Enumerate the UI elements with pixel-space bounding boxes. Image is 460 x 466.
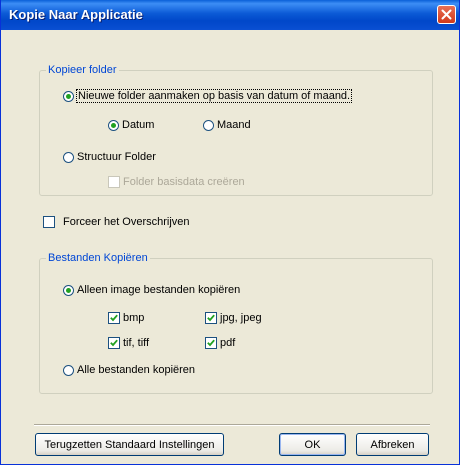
checkbox-jpg-box[interactable] [205, 312, 217, 324]
window-title: Kopie Naar Applicatie [9, 7, 143, 22]
copy-folder-legend: Kopieer folder [48, 64, 117, 76]
button-separator [34, 424, 430, 426]
checkbox-overwrite[interactable]: Forceer het Overschrijven [43, 216, 190, 228]
title-bar[interactable]: Kopie Naar Applicatie [1, 0, 459, 30]
radio-all-files-label: Alle bestanden kopiëren [77, 364, 196, 376]
checkbox-pdf-label: pdf [220, 337, 236, 349]
checkbox-pdf[interactable]: pdf [205, 337, 235, 349]
checkbox-overwrite-label: Forceer het Overschrijven [63, 216, 190, 228]
radio-image-only-indicator[interactable] [63, 284, 74, 296]
radio-image-only[interactable]: Alleen image bestanden kopiëren [63, 284, 240, 296]
checkbox-jpg[interactable]: jpg, jpeg [205, 312, 262, 324]
copy-files-legend: Bestanden Kopiëren [48, 252, 148, 264]
checkbox-tif[interactable]: tif, tiff [108, 337, 149, 349]
radio-all-files-indicator[interactable] [63, 364, 74, 376]
radio-structure-folder-indicator[interactable] [63, 151, 74, 163]
radio-new-folder-label: Nieuwe folder aanmaken op basis van datu… [75, 89, 353, 103]
radio-structure-folder[interactable]: Structuur Folder [63, 151, 156, 163]
check-mark-icon [207, 314, 215, 322]
cancel-button[interactable]: Afbreken [356, 433, 429, 456]
check-mark-icon [110, 314, 118, 322]
close-button[interactable] [437, 5, 456, 24]
checkbox-tif-box[interactable] [108, 337, 120, 349]
radio-new-folder-indicator[interactable] [63, 90, 74, 102]
radio-date[interactable]: Datum [108, 119, 154, 131]
checkbox-folder-basedata-label: Folder basisdata creëren [123, 176, 245, 188]
radio-image-only-label: Alleen image bestanden kopiëren [77, 284, 241, 296]
ok-button[interactable]: OK [279, 433, 346, 456]
close-icon [441, 9, 452, 20]
reset-defaults-button[interactable]: Terugzetten Standaard Instellingen [35, 433, 224, 456]
dialog-window: Kopie Naar Applicatie Kopieer folder Nie… [0, 0, 460, 465]
radio-new-folder[interactable]: Nieuwe folder aanmaken op basis van datu… [63, 89, 353, 103]
radio-month[interactable]: Maand [203, 119, 251, 131]
radio-all-files[interactable]: Alle bestanden kopiëren [63, 364, 195, 376]
radio-month-label: Maand [217, 119, 251, 131]
checkbox-folder-basedata: Folder basisdata creëren [108, 176, 245, 188]
checkbox-tif-label: tif, tiff [123, 337, 150, 349]
checkbox-folder-basedata-box [108, 176, 120, 188]
check-mark-icon [110, 339, 118, 347]
checkbox-bmp[interactable]: bmp [108, 312, 144, 324]
check-mark-icon [207, 339, 215, 347]
checkbox-bmp-label: bmp [123, 312, 145, 324]
radio-date-indicator[interactable] [108, 119, 119, 131]
checkbox-overwrite-box[interactable] [43, 216, 55, 228]
radio-structure-folder-label: Structuur Folder [77, 151, 156, 163]
checkbox-jpg-label: jpg, jpeg [220, 312, 262, 324]
radio-month-indicator[interactable] [203, 119, 214, 131]
radio-date-label: Datum [122, 119, 155, 131]
checkbox-pdf-box[interactable] [205, 337, 217, 349]
checkbox-bmp-box[interactable] [108, 312, 120, 324]
